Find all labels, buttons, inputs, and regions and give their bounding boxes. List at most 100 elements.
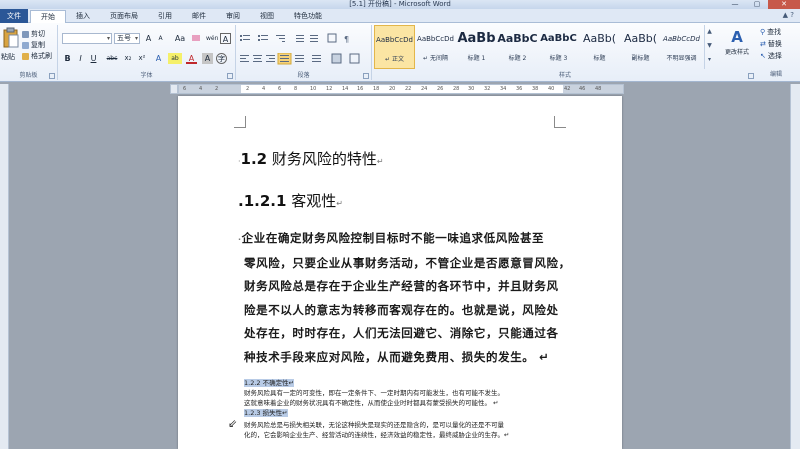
font-face-select[interactable]: ▾ [62, 33, 112, 44]
ruler-tick-label: 42 [564, 86, 571, 92]
subheading-loss[interactable]: 1.2.3 损失性↵ [244, 408, 564, 418]
replace-label: 替换 [767, 40, 782, 48]
svg-text:¶: ¶ [344, 35, 349, 44]
small-text-line[interactable]: 财务风险总是与损失相关联，无论这种损失是现实的还是隐含的，是可以量化的还是不可量 [244, 420, 564, 430]
superscript-button[interactable]: x² [136, 53, 148, 64]
ruler-tick-label: 20 [389, 86, 396, 92]
ruler-tick-label: 30 [468, 86, 475, 92]
heading-number: 1.2 [240, 150, 268, 168]
chevron-down-icon: ▾ [134, 35, 138, 42]
vertical-ruler[interactable] [0, 84, 9, 449]
select-button[interactable]: ↖ 选择 [760, 51, 782, 61]
font-size-value: 五号 [117, 34, 131, 42]
tab-mailings[interactable]: 邮件 [182, 10, 216, 24]
paste-icon[interactable] [3, 27, 19, 49]
paragraph-line: 财务风险总是存在于企业生产经营的各环节中，并且财务风 [244, 279, 559, 293]
font-size-select[interactable]: 五号 ▾ [114, 33, 140, 44]
heading-2[interactable]: ·1.2 财务风险的特性↵ [238, 148, 384, 169]
shrink-font-button[interactable]: A [155, 33, 166, 44]
tab-file[interactable]: 文件 [0, 9, 28, 23]
styles-launcher-icon[interactable] [748, 73, 754, 79]
scissors-icon [22, 30, 29, 38]
brush-icon [22, 52, 29, 60]
find-button[interactable]: ⚲ 查找 [760, 27, 781, 37]
strikethrough-button[interactable]: abc [105, 53, 119, 64]
ruler-tick-label: 6 [183, 86, 187, 92]
font-group: ▾ 五号 ▾ A A Aa wén A B I U abc x₂ x² A ab … [58, 25, 236, 80]
paragraph-line: 种技术手段来应对风险，从而避免费用、损失的发生。 ↵ [244, 349, 550, 364]
ruler-tick-label: 16 [357, 86, 364, 92]
ruler-tick-label: 6 [278, 86, 282, 92]
horizontal-ruler[interactable]: 6 4 2 2 4 6 8 10 12 14 16 18 20 22 24 26 28 30 32 34 36 38 40 4… [178, 84, 624, 94]
alignment-buttons-row[interactable] [240, 53, 368, 65]
ruler-tick-label: 4 [262, 86, 266, 92]
subscript-button[interactable]: x₂ [122, 53, 134, 64]
tab-special-features[interactable]: 特色功能 [284, 10, 332, 24]
paragraph-group-label: 段落 [297, 72, 310, 79]
clipboard-group: 粘贴 剪切 复制 格式刷 剪贴板 [0, 25, 58, 80]
tab-home[interactable]: 开始 [30, 10, 66, 24]
font-launcher-icon[interactable] [227, 73, 233, 79]
copy-button[interactable]: 复制 [22, 40, 45, 50]
vertical-scrollbar[interactable] [790, 84, 800, 449]
enclose-char-button[interactable]: 字 [216, 53, 227, 64]
subheading-uncertainty[interactable]: 1.2.2 不确定性↵ [244, 378, 564, 388]
tab-references[interactable]: 引用 [148, 10, 182, 24]
paragraph-mark: ↵ [336, 199, 343, 208]
font-color-button[interactable]: A [186, 53, 197, 64]
tab-view[interactable]: 视图 [250, 10, 284, 24]
ruler-tick-label: 12 [326, 86, 333, 92]
ruler-tick-label: 32 [484, 86, 491, 92]
ribbon-tabs: 开始 插入 页面布局 引用 邮件 审阅 视图 特色功能 [30, 10, 332, 24]
char-border-button[interactable]: A [220, 33, 231, 44]
title-bar: [5.1] 开份稿] - Microsoft Word — ▢ ✕ [0, 0, 800, 9]
paragraph-line: 处存在，时时存在，人们无法回避它、消除它，只能通过各 [244, 326, 559, 340]
paragraph-launcher-icon[interactable] [363, 73, 369, 79]
close-button[interactable]: ✕ [768, 0, 800, 9]
font-group-label: 字体 [140, 72, 153, 79]
italic-button[interactable]: I [75, 53, 86, 64]
minimize-button[interactable]: — [724, 0, 746, 9]
heading-text: 客观性 [291, 192, 337, 210]
text-effects-button[interactable]: A [153, 53, 164, 64]
copy-icon [22, 41, 29, 49]
body-paragraph[interactable]: ·企业在确定财务风险控制目标时不能一味追求低风险甚至 零风险，只要企业从事财务活… [238, 227, 570, 369]
ruler-tick-label: 2 [246, 86, 250, 92]
small-text-line[interactable]: 财务风险具有一定的可变性，即在一定条件下、一定时期内有可能发生，也有可能不发生。 [244, 388, 564, 398]
char-shading-button[interactable]: A [202, 53, 213, 64]
tab-review[interactable]: 审阅 [216, 10, 250, 24]
grow-font-button[interactable]: A [143, 33, 154, 44]
ruler-tick-label: 48 [595, 86, 602, 92]
small-text-line[interactable]: 这就意味着企业的财务状况具有不确定性，从而使企业时时都具有蒙受损失的可能性。 ↵ [244, 398, 564, 408]
cut-button[interactable]: 剪切 [22, 29, 45, 39]
tab-page-layout[interactable]: 页面布局 [100, 10, 148, 24]
format-painter-label: 格式刷 [31, 52, 52, 60]
tab-selector[interactable] [170, 84, 178, 94]
subheading-text: 1.2.2 不确定性↵ [244, 379, 295, 387]
ribbon: 粘贴 剪切 复制 格式刷 剪贴板 ▾ 五号 ▾ A A Aa wén A B I… [0, 23, 800, 82]
format-painter-button[interactable]: 格式刷 [22, 51, 52, 61]
phonetic-guide-button[interactable]: wén [206, 33, 218, 44]
ruler-tick-label: 24 [421, 86, 428, 92]
underline-button[interactable]: U [88, 53, 99, 64]
heading-3[interactable]: .1.2.1 客观性↵ [238, 190, 343, 211]
cut-label: 剪切 [31, 30, 45, 38]
ruler-tick-label: 26 [437, 86, 444, 92]
copy-label: 复制 [31, 41, 45, 49]
ruler-tick-label: 10 [310, 86, 317, 92]
list-buttons-row[interactable]: ¶ [240, 33, 368, 45]
document-page[interactable]: ·1.2 财务风险的特性↵ .1.2.1 客观性↵ ·企业在确定财务风险控制目标… [178, 96, 622, 449]
help-controls[interactable]: ▲ ? [783, 11, 794, 19]
clipboard-launcher-icon[interactable] [49, 73, 55, 79]
change-case-button[interactable]: Aa [173, 33, 187, 44]
bold-button[interactable]: B [62, 53, 73, 64]
maximize-button[interactable]: ▢ [746, 0, 768, 9]
highlight-button[interactable]: ab [168, 53, 182, 64]
tab-insert[interactable]: 插入 [66, 10, 100, 24]
ruler-tick-label: 28 [453, 86, 460, 92]
clear-format-icon[interactable] [190, 33, 202, 44]
replace-button[interactable]: ⇄ 替换 [760, 39, 782, 49]
ruler-tick-label: 8 [294, 86, 298, 92]
paste-button[interactable]: 粘贴 [1, 52, 15, 62]
small-text-line[interactable]: 化的，它会影响企业生产、经营活动的连续性，经济效益的稳定性，最终威胁企业的生存。… [244, 430, 564, 440]
